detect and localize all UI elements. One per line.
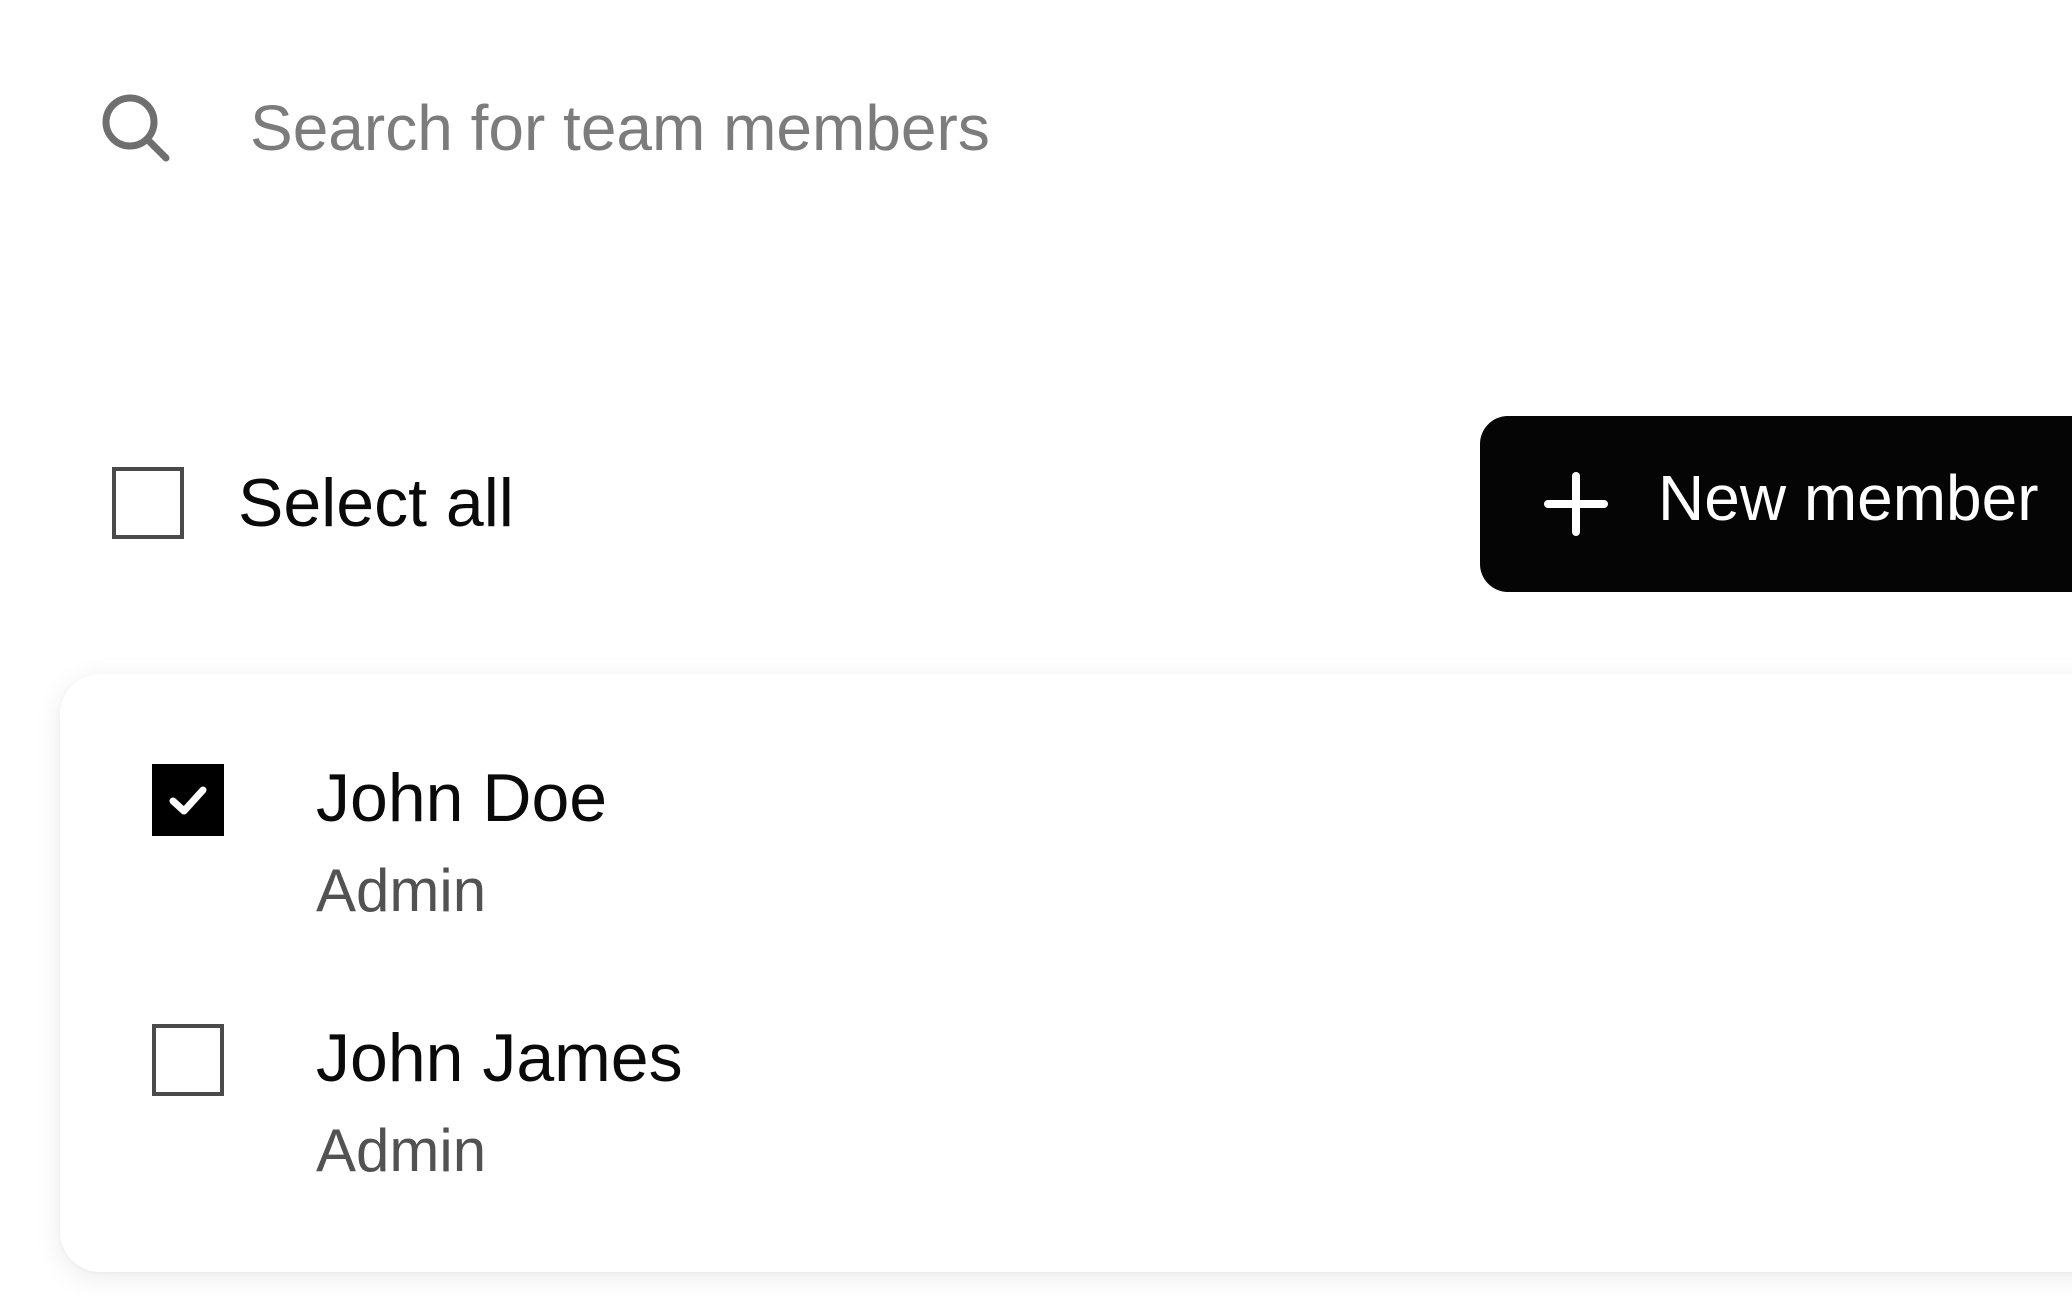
new-member-label: New member: [1658, 462, 2039, 534]
select-all-control[interactable]: Select all: [112, 465, 514, 541]
search-input[interactable]: [250, 91, 1350, 165]
member-role: Admin: [316, 857, 487, 924]
member-checkbox[interactable]: [152, 1024, 224, 1096]
member-name: John Doe: [316, 760, 608, 836]
search-icon: [100, 83, 190, 173]
list-item[interactable]: John James Admin: [152, 934, 683, 1194]
member-role: Admin: [316, 1117, 487, 1184]
team-members-page: Select all New member John Doe Admin: [0, 0, 2072, 1296]
search-bar: [100, 72, 1500, 184]
check-icon: [169, 786, 207, 815]
plus-icon: [1544, 472, 1608, 536]
member-name: John James: [316, 1020, 683, 1096]
select-all-label: Select all: [238, 465, 514, 541]
list-item[interactable]: John Doe Admin: [152, 674, 607, 934]
select-all-checkbox[interactable]: [112, 467, 184, 539]
new-member-button[interactable]: New member: [1480, 416, 2072, 592]
member-list: John Doe Admin John James Admin: [60, 674, 2072, 1272]
member-checkbox[interactable]: [152, 764, 224, 836]
